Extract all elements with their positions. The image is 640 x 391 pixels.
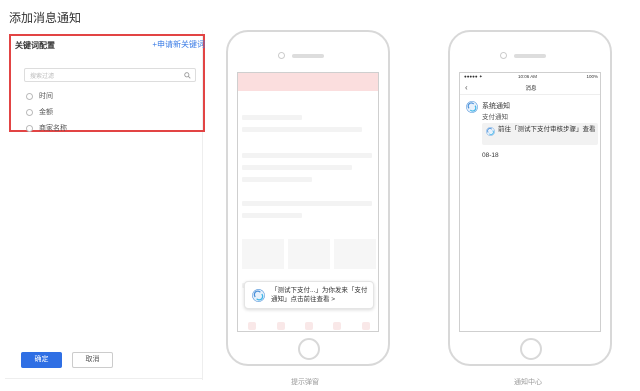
caption-center: 通知中心 <box>514 379 542 386</box>
radio-icon <box>26 124 33 132</box>
speaker-icon <box>514 54 546 58</box>
app-logo-icon <box>252 289 265 302</box>
battery-indicator: 100% <box>586 74 598 79</box>
sender-name: 系统通知 <box>482 103 510 110</box>
app-header-bar <box>238 73 378 91</box>
notification-text: 「测试下支付...」为你发来「支付通知」点击前往查看 > <box>271 287 368 303</box>
home-button <box>520 338 542 360</box>
caption-popup: 提示弹窗 <box>291 379 319 386</box>
keyword-config-box: 关键词配置 +申请新关键词 搜索过滤 时间 金额 商家名称 <box>9 34 205 132</box>
message-header: ‹ 消息 <box>460 81 600 95</box>
page-root: 添加消息通知 关键词配置 +申请新关键词 搜索过滤 时间 金额 商家名称 确定 … <box>0 0 640 391</box>
phone-screen: 「测试下支付...」为你发来「支付通知」点击前往查看 > <box>237 72 379 332</box>
camera-icon <box>500 52 507 59</box>
page-title: 添加消息通知 <box>9 11 82 25</box>
message-card[interactable]: 前往「测试下支付审核步骤」查看 <box>482 123 598 145</box>
feed-images <box>242 239 376 269</box>
feed-line <box>242 115 302 120</box>
phone-center-preview: ●●●●● ✦ 10:06 AM 100% ‹ 消息 系统通知 支付通知 前往「… <box>448 30 612 366</box>
feed-line <box>242 165 352 170</box>
option-amount[interactable]: 金额 <box>26 107 53 117</box>
app-logo-icon <box>486 127 495 136</box>
feed-line <box>242 177 312 182</box>
status-bar: ●●●●● ✦ 10:06 AM 100% <box>460 73 600 81</box>
keyword-config-title: 关键词配置 <box>15 41 55 50</box>
status-time: 10:06 AM <box>518 74 538 79</box>
feed-line <box>242 127 362 132</box>
app-tabbar <box>238 319 378 331</box>
feed-line <box>242 213 302 218</box>
message-header-title: 消息 <box>525 86 537 92</box>
message-date: 08-18 <box>482 152 499 159</box>
config-panel: 关键词配置 +申请新关键词 搜索过滤 时间 金额 商家名称 <box>5 30 205 380</box>
feed-line <box>242 201 372 206</box>
footer-divider <box>5 378 203 379</box>
message-subtitle: 支付通知 <box>482 114 508 121</box>
speaker-icon <box>292 54 324 58</box>
apply-keyword-link[interactable]: +申请新关键词 <box>152 39 205 50</box>
search-icon <box>184 72 191 79</box>
confirm-button[interactable]: 确定 <box>21 352 62 368</box>
keyword-search-input[interactable]: 搜索过滤 <box>24 68 196 82</box>
phone-popup-preview: 「测试下支付...」为你发来「支付通知」点击前往查看 > <box>226 30 390 366</box>
system-notify-icon <box>466 101 478 113</box>
signal-indicator: ●●●●● ✦ <box>464 74 483 79</box>
radio-icon <box>26 108 33 116</box>
camera-icon <box>278 52 285 59</box>
search-placeholder: 搜索过滤 <box>30 74 55 80</box>
home-button <box>298 338 320 360</box>
message-text: 前往「测试下支付审核步骤」查看 <box>498 126 596 133</box>
cancel-button[interactable]: 取消 <box>72 352 113 368</box>
notification-popup[interactable]: 「测试下支付...」为你发来「支付通知」点击前往查看 > <box>244 281 374 309</box>
phone-screen: ●●●●● ✦ 10:06 AM 100% ‹ 消息 系统通知 支付通知 前往「… <box>459 72 601 332</box>
option-time[interactable]: 时间 <box>26 91 53 101</box>
option-merchant-name[interactable]: 商家名称 <box>26 123 67 133</box>
radio-icon <box>26 92 33 100</box>
feed-line <box>242 153 372 158</box>
